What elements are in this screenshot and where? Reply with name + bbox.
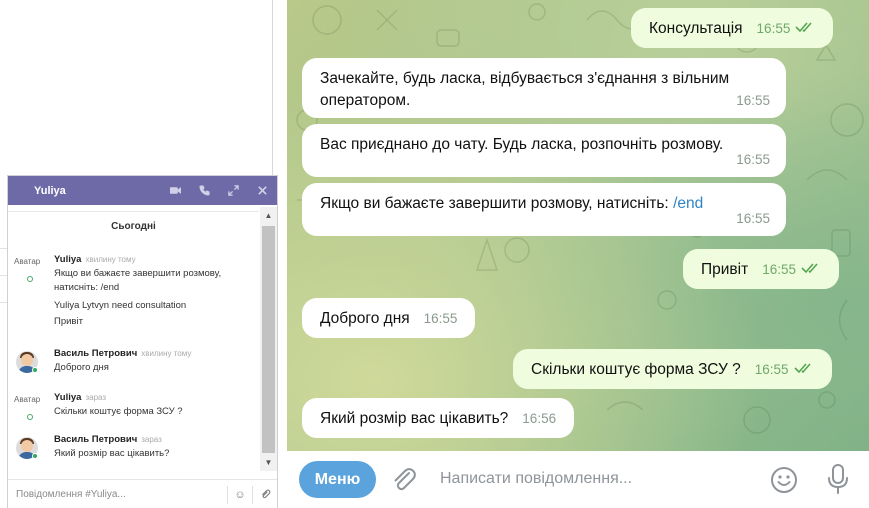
status-dot xyxy=(32,367,38,373)
read-check-icon xyxy=(793,359,814,381)
message-input[interactable]: Написати повідомлення... xyxy=(440,470,632,488)
avatar-alt-text: Аватар xyxy=(14,395,41,404)
message-time: хвилину тому xyxy=(141,349,192,358)
agent-avatar: Аватар xyxy=(14,395,44,420)
message-bubble-outgoing[interactable]: Привіт 16:55 xyxy=(683,249,839,290)
day-separator xyxy=(8,211,259,212)
message-bubble-incoming[interactable]: Який розмір вас цікавить? 16:56 xyxy=(302,398,575,438)
phone-icon[interactable] xyxy=(197,184,211,198)
widget-message-list: Сьогодні Аватар Yuliya хвилину тому Якщо … xyxy=(8,205,259,472)
telegram-input-bar: Меню Написати повідомлення... xyxy=(287,451,869,508)
message-bubble-incoming[interactable]: Якщо ви бажаєте завершити розмову, натис… xyxy=(302,183,786,236)
message-time: 16:55 xyxy=(736,152,770,167)
menu-button[interactable]: Меню xyxy=(299,461,376,498)
message-bubble-outgoing[interactable]: Скільки коштує форма ЗСУ ? 16:55 xyxy=(513,349,832,390)
message-text: Привіт xyxy=(701,261,749,279)
message-time: 16:55 xyxy=(423,311,458,326)
widget-input-bar: Повідомлення #Yuliya... ☺ xyxy=(8,479,277,508)
widget-header[interactable]: Yuliya xyxy=(8,176,277,205)
message-text: Привіт xyxy=(54,316,83,327)
message-sender: Василь Петрович xyxy=(54,434,138,445)
message-text: Консультація xyxy=(649,20,743,38)
end-command-link[interactable]: /end xyxy=(673,195,703,212)
widget-message-content: Василь Петрович зараз Який розмір вас цік… xyxy=(54,433,254,461)
message-text: Скільки коштує форма ЗСУ ? xyxy=(531,361,741,379)
message-bubble-incoming[interactable]: Вас приєднано до чату. Будь ласка, розпо… xyxy=(302,124,786,177)
message-sender: Yuliya xyxy=(54,254,82,265)
message-time: 16:55 xyxy=(736,211,770,226)
expand-icon[interactable] xyxy=(226,184,240,198)
message-sender: Yuliya xyxy=(54,392,82,403)
agent-avatar: Аватар xyxy=(14,257,44,282)
message-text: Зачекайте, будь ласка, відбувається з'єд… xyxy=(320,70,730,109)
status-dot xyxy=(27,414,33,420)
read-check-icon xyxy=(795,18,815,40)
status-dot xyxy=(32,453,38,459)
read-check-icon xyxy=(801,259,821,281)
message-bubble-incoming[interactable]: Зачекайте, будь ласка, відбувається з'єд… xyxy=(302,58,786,118)
left-pane: Yuliya Сьогодні Аватар Yuliya хвилину то… xyxy=(0,0,287,508)
paperclip-icon[interactable] xyxy=(389,465,419,495)
microphone-icon[interactable] xyxy=(825,463,851,495)
attach-icon[interactable] xyxy=(253,480,277,508)
telegram-chat: Консультація 16:55 Зачекайте, будь ласка,… xyxy=(287,0,869,508)
widget-body: Сьогодні Аватар Yuliya хвилину тому Якщо … xyxy=(8,205,277,472)
message-time: 16:55 xyxy=(762,262,796,278)
widget-message-input[interactable]: Повідомлення #Yuliya... xyxy=(8,489,227,500)
widget-scrollbar[interactable]: ▲ ▼ xyxy=(260,207,277,471)
video-icon[interactable] xyxy=(168,184,182,198)
operator-chat-widget: Yuliya Сьогодні Аватар Yuliya хвилину то… xyxy=(7,175,278,508)
message-time: 16:55 xyxy=(736,93,770,108)
message-time: зараз xyxy=(141,435,162,444)
widget-message-content: Yuliya зараз Скільки коштує форма ЗСУ ? xyxy=(54,391,254,419)
message-text: Якщо ви бажаєте завершити розмову, натис… xyxy=(54,268,222,293)
message-text: Який розмір вас цікавить? xyxy=(54,448,170,459)
message-text: Доброго дня xyxy=(54,362,109,373)
scrollbar-thumb[interactable] xyxy=(262,226,275,453)
widget-message-content: Yuliya хвилину тому Якщо ви бажаєте завер… xyxy=(54,253,254,329)
message-text: Доброго дня xyxy=(320,310,410,327)
message-bubble-incoming[interactable]: Доброго дня 16:55 xyxy=(302,298,476,338)
smile-icon[interactable]: ☺ xyxy=(228,480,252,508)
message-text: Yuliya Lytvyn need consultation xyxy=(54,300,187,311)
close-icon[interactable] xyxy=(255,184,269,198)
message-text: Вас приєднано до чату. Будь ласка, розпо… xyxy=(320,136,724,153)
message-time: зараз xyxy=(85,393,107,402)
message-text: Який розмір вас цікавить? xyxy=(320,410,509,427)
message-time: хвилину тому xyxy=(85,255,136,264)
message-text: Скільки коштує форма ЗСУ ? xyxy=(54,406,183,417)
message-time: 16:55 xyxy=(756,21,791,37)
status-dot xyxy=(27,276,33,282)
message-time: 16:56 xyxy=(522,411,557,426)
scroll-up-icon[interactable]: ▲ xyxy=(260,208,277,224)
message-time: 16:55 xyxy=(754,362,789,378)
message-sender: Василь Петрович xyxy=(54,348,138,359)
widget-agent-name: Yuliya xyxy=(34,184,66,197)
avatar-alt-text: Аватар xyxy=(14,257,41,266)
message-text: Якщо ви бажаєте завершити розмову, натис… xyxy=(320,195,674,212)
message-bubble-outgoing[interactable]: Консультація 16:55 xyxy=(631,8,834,49)
emoji-icon[interactable] xyxy=(769,465,799,495)
pane-divider xyxy=(272,0,273,175)
scroll-down-icon[interactable]: ▼ xyxy=(260,455,277,471)
day-label: Сьогодні xyxy=(111,221,156,232)
widget-message-content: Василь Петрович хвилину тому Доброго дня xyxy=(54,347,254,375)
